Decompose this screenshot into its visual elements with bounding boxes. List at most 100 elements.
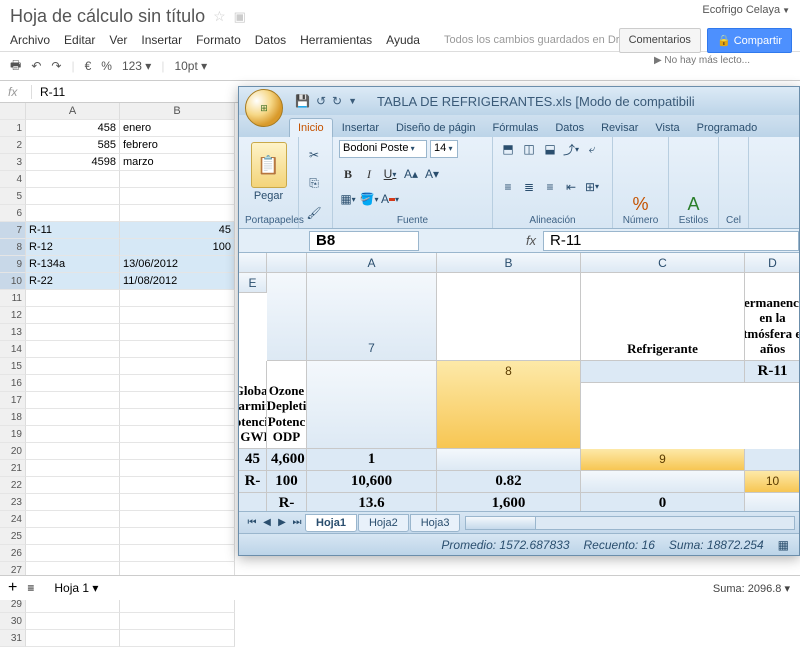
- print-icon[interactable]: 🖶: [10, 56, 21, 77]
- cell-b21[interactable]: [120, 460, 235, 477]
- redo-icon[interactable]: ↷: [51, 59, 61, 73]
- tab-datos[interactable]: Datos: [547, 119, 592, 137]
- row-header-10[interactable]: 10: [745, 471, 799, 493]
- row-header-17[interactable]: 17: [0, 392, 26, 409]
- cell-b25[interactable]: [120, 528, 235, 545]
- cell-a11[interactable]: [26, 290, 120, 307]
- col-header-B[interactable]: B: [120, 103, 235, 120]
- cell-a23[interactable]: [26, 494, 120, 511]
- gs-user[interactable]: Ecofrigo Celaya▼: [702, 4, 790, 16]
- cell-a25[interactable]: [26, 528, 120, 545]
- horizontal-scrollbar[interactable]: [465, 516, 795, 530]
- cell-c9[interactable]: 100: [267, 471, 307, 493]
- cell-a30[interactable]: [26, 613, 120, 630]
- cell-c8[interactable]: 45: [239, 449, 267, 471]
- undo-icon[interactable]: ↶: [31, 59, 41, 73]
- row-header-1[interactable]: 1: [0, 120, 26, 137]
- row-header-3[interactable]: 3: [0, 154, 26, 171]
- cell-a24[interactable]: [26, 511, 120, 528]
- cell-a4[interactable]: [26, 171, 120, 188]
- cell-c10[interactable]: 13.6: [307, 493, 437, 511]
- row-header-30[interactable]: 30: [0, 613, 26, 630]
- digits-button[interactable]: 123 ▾: [122, 59, 151, 73]
- cell-b12[interactable]: [120, 307, 235, 324]
- wrap-text-icon[interactable]: ⤶: [583, 140, 601, 158]
- cell-b18[interactable]: [120, 409, 235, 426]
- col-header-D[interactable]: D: [745, 253, 799, 273]
- gs-doc-title[interactable]: Hoja de cálculo sin título: [10, 6, 205, 27]
- indent-dec-icon[interactable]: ⇤: [562, 178, 580, 196]
- cell-b3[interactable]: marzo: [120, 154, 235, 171]
- comments-button[interactable]: Comentarios: [619, 28, 701, 53]
- cell-b6[interactable]: [120, 205, 235, 222]
- cell-a20[interactable]: [26, 443, 120, 460]
- cell-b5[interactable]: [120, 188, 235, 205]
- col-header-B[interactable]: B: [437, 253, 581, 273]
- cell-d10[interactable]: 1,600: [437, 493, 581, 511]
- cell-a1[interactable]: 458: [26, 120, 120, 137]
- save-icon[interactable]: 💾: [295, 94, 310, 108]
- paste-label[interactable]: Pegar: [245, 190, 292, 202]
- sheet-nav-next-icon[interactable]: ▶: [275, 517, 289, 528]
- row-header-20[interactable]: 20: [0, 443, 26, 460]
- copy-icon[interactable]: ⎘: [305, 175, 323, 193]
- row-header-7[interactable]: 7: [307, 273, 437, 361]
- group-cells[interactable]: Cel: [725, 215, 742, 227]
- cell-a16[interactable]: [26, 375, 120, 392]
- menu-archivo[interactable]: Archivo: [10, 33, 50, 47]
- sheet-tab-hoja3[interactable]: Hoja3: [410, 514, 461, 532]
- cell-b9[interactable]: 13/06/2012: [120, 256, 235, 273]
- col-header-E[interactable]: E: [239, 273, 267, 293]
- font-shrink-icon[interactable]: A▾: [423, 165, 441, 183]
- col-header-C[interactable]: C: [581, 253, 745, 273]
- cell-e9[interactable]: 0.82: [437, 471, 581, 493]
- sheet-tab-hoja1[interactable]: Hoja1: [305, 514, 357, 532]
- all-sheets-icon[interactable]: ≡: [27, 581, 34, 595]
- cell-b8[interactable]: R-11: [745, 361, 799, 383]
- cell-a19[interactable]: [26, 426, 120, 443]
- row-header-14[interactable]: 14: [0, 341, 26, 358]
- cell-a5[interactable]: [26, 188, 120, 205]
- row-header-25[interactable]: 25: [0, 528, 26, 545]
- row-header-4[interactable]: 4: [0, 171, 26, 188]
- cell-b26[interactable]: [120, 545, 235, 562]
- cell-b10[interactable]: R-134a: [267, 493, 307, 511]
- cell-b10[interactable]: 11/08/2012: [120, 273, 235, 290]
- cell-a7[interactable]: R-11: [26, 222, 120, 239]
- row-header-15[interactable]: 15: [0, 358, 26, 375]
- font-size-combo[interactable]: 14: [430, 140, 458, 158]
- cell-e8[interactable]: 1: [307, 449, 437, 471]
- cell-b23[interactable]: [120, 494, 235, 511]
- font-grow-icon[interactable]: A▴: [402, 165, 420, 183]
- cell-b22[interactable]: [120, 477, 235, 494]
- cell-a2[interactable]: 585: [26, 137, 120, 154]
- cell-b15[interactable]: [120, 358, 235, 375]
- row-header-8[interactable]: 8: [437, 361, 581, 449]
- cell-b8[interactable]: 100: [120, 239, 235, 256]
- tab-formulas[interactable]: Fórmulas: [485, 119, 547, 137]
- cell-a17[interactable]: [26, 392, 120, 409]
- cell-a9[interactable]: [745, 449, 799, 471]
- cell-b2[interactable]: febrero: [120, 137, 235, 154]
- row-header-10[interactable]: 10: [0, 273, 26, 290]
- cell-b19[interactable]: [120, 426, 235, 443]
- office-button[interactable]: ⊞: [245, 89, 283, 127]
- row-header-22[interactable]: 22: [0, 477, 26, 494]
- row-header-9[interactable]: 9: [581, 449, 745, 471]
- header-cell-2[interactable]: Permanencia en la atmósfera en años: [745, 273, 799, 361]
- cell-a14[interactable]: [26, 341, 120, 358]
- redo-icon[interactable]: ↻: [332, 94, 342, 108]
- cell-b14[interactable]: [120, 341, 235, 358]
- sheet-nav-prev-icon[interactable]: ◀: [260, 517, 274, 528]
- header-cell-0[interactable]: [437, 273, 581, 361]
- cell-a31[interactable]: [26, 630, 120, 647]
- header-cell-3[interactable]: Global Warming Potencial / GWP: [239, 361, 267, 449]
- tab-inicio[interactable]: Inicio: [289, 118, 333, 137]
- row-header-23[interactable]: 23: [0, 494, 26, 511]
- header-cell-1[interactable]: Refrigerante: [581, 273, 745, 361]
- cell-d8[interactable]: 4,600: [267, 449, 307, 471]
- cell-b17[interactable]: [120, 392, 235, 409]
- qat-dropdown-icon[interactable]: ▼: [348, 96, 357, 106]
- cell-a8[interactable]: [581, 361, 745, 383]
- cell-a10[interactable]: R-22: [26, 273, 120, 290]
